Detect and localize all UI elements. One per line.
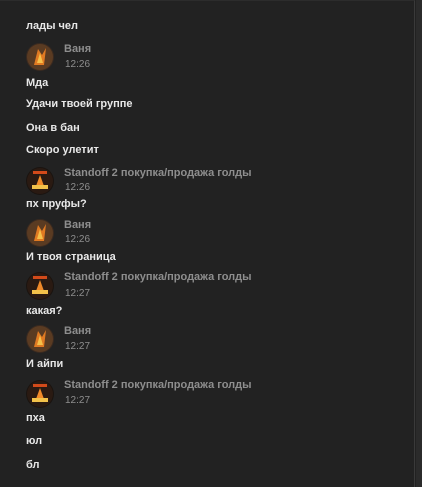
sender-avatar-vanya[interactable] bbox=[26, 219, 54, 247]
message-text: И айпи bbox=[26, 358, 64, 370]
sender-name[interactable]: Standoff 2 покупка/продажа голды bbox=[64, 379, 252, 392]
message-text: юл bbox=[26, 435, 43, 447]
sender-name[interactable]: Standoff 2 покупка/продажа голды bbox=[64, 271, 252, 284]
message-time: 12:27 bbox=[65, 341, 91, 352]
message-text: бл bbox=[26, 459, 40, 471]
message-text: какая? bbox=[26, 305, 63, 317]
message-time: 12:26 bbox=[65, 59, 91, 70]
message-text: И твоя страница bbox=[26, 251, 116, 263]
message-text: Удачи твоей группе bbox=[26, 98, 133, 110]
sender-avatar-vanya[interactable] bbox=[26, 43, 54, 71]
message-text: пх пруфы? bbox=[26, 198, 87, 210]
scrollbar-track[interactable] bbox=[416, 0, 422, 487]
chat-history-panel: лады чел Ваня 12:26 Мда Удачи твоей груп… bbox=[0, 0, 415, 487]
sender-avatar-vanya[interactable] bbox=[26, 325, 54, 353]
message-time: 12:26 bbox=[65, 234, 91, 245]
message-text: Скоро улетит bbox=[26, 144, 99, 156]
message-time: 12:27 bbox=[65, 288, 91, 299]
sender-name[interactable]: Ваня bbox=[64, 325, 91, 338]
message-text: лады чел bbox=[26, 20, 79, 32]
sender-avatar-standoff[interactable] bbox=[26, 272, 54, 300]
sender-name[interactable]: Ваня bbox=[64, 43, 91, 56]
message-time: 12:26 bbox=[65, 182, 91, 193]
sender-name[interactable]: Ваня bbox=[64, 219, 91, 232]
message-text: Она в бан bbox=[26, 122, 80, 134]
sender-avatar-standoff[interactable] bbox=[26, 380, 54, 408]
message-text: пха bbox=[26, 412, 45, 424]
sender-avatar-standoff[interactable] bbox=[26, 167, 54, 195]
sender-name[interactable]: Standoff 2 покупка/продажа голды bbox=[64, 167, 252, 180]
message-text: Мда bbox=[26, 77, 49, 89]
message-time: 12:27 bbox=[65, 395, 91, 406]
